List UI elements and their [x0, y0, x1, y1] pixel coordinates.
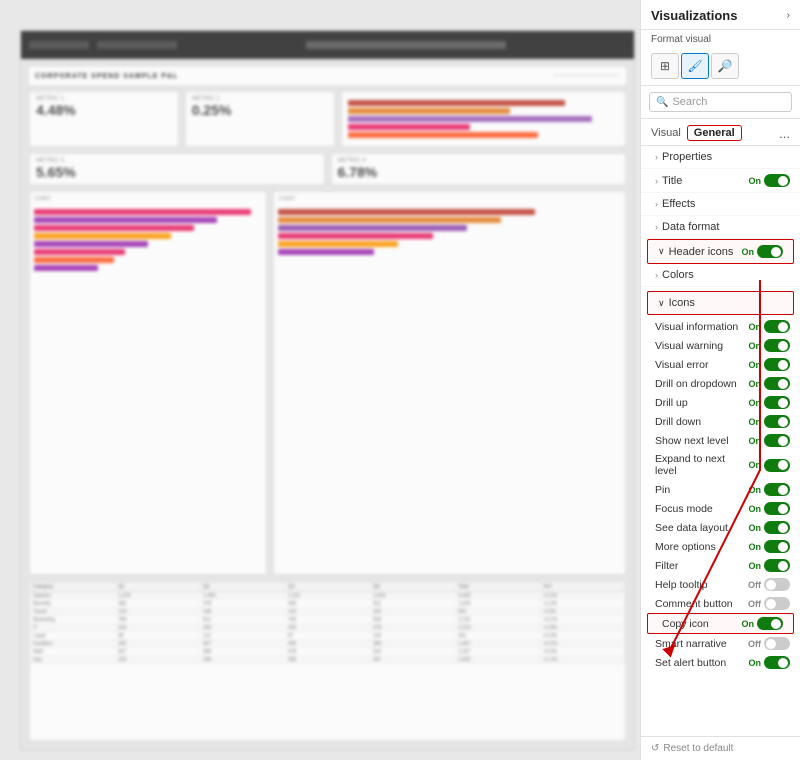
toggle-comment-button[interactable]: Comment button Off	[641, 594, 800, 613]
grid-icon: ⊞	[660, 59, 670, 73]
format-analytics-button[interactable]: 🔎	[711, 53, 739, 79]
viz-panel-header: Visualizations ›	[641, 0, 800, 30]
kpi4-value: 6.78%	[338, 164, 620, 180]
copy-icon-row[interactable]: Copy icon On	[647, 613, 794, 634]
icons-label: Icons	[669, 297, 695, 309]
visual-general-row: Visual General ...	[641, 119, 800, 146]
header-icons-toggle[interactable]	[757, 245, 783, 258]
icons-toggle-list: Visual information On Visual warning On …	[641, 317, 800, 672]
search-icon: 🔍	[656, 97, 668, 108]
data-format-chevron-icon: ›	[655, 222, 658, 232]
toggle-drill-up[interactable]: Drill up On	[641, 393, 800, 412]
toggle-smart-narrative[interactable]: Smart narrative Off	[641, 634, 800, 653]
toggle-help-tooltip[interactable]: Help tooltip Off	[641, 575, 800, 594]
analytics-icon: 🔎	[718, 59, 733, 73]
toggle-set-alert-button[interactable]: Set alert button On	[641, 653, 800, 672]
properties-label: Properties	[662, 151, 712, 163]
section-data-format[interactable]: › Data format	[641, 216, 800, 239]
header-icons-chevron-icon: ∨	[658, 246, 665, 257]
toggle-expand-to-next-level[interactable]: Expand to next level On	[641, 450, 800, 480]
section-colors[interactable]: › Colors	[641, 264, 800, 287]
icons-chevron-icon: ∨	[658, 298, 665, 309]
viz-panel: Visualizations › Format visual ⊞ 🖌 🔎 🔍 S…	[640, 0, 800, 760]
title-label: Title	[662, 175, 682, 187]
toggle-pin[interactable]: Pin On	[641, 480, 800, 499]
reset-icon: ↺	[651, 743, 659, 754]
kpi3-value: 5.65%	[36, 164, 318, 180]
section-effects[interactable]: › Effects	[641, 193, 800, 216]
dashboard-title: CORPORATE SPEND SAMPLE P&L	[35, 73, 178, 80]
section-properties[interactable]: › Properties	[641, 146, 800, 169]
search-row: 🔍 Search	[641, 86, 800, 119]
toggle-show-next-level[interactable]: Show next level On	[641, 431, 800, 450]
search-box[interactable]: 🔍 Search	[649, 92, 792, 112]
toggle-visual-information[interactable]: Visual information On	[641, 317, 800, 336]
copy-icon-toggle[interactable]	[757, 617, 783, 630]
search-input[interactable]: Search	[672, 96, 785, 108]
properties-chevron-icon: ›	[655, 152, 658, 162]
colors-label: Colors	[662, 269, 694, 281]
toggle-visual-warning[interactable]: Visual warning On	[641, 336, 800, 355]
format-grid-button[interactable]: ⊞	[651, 53, 679, 79]
kpi2-value: 0.25%	[192, 102, 328, 118]
section-title[interactable]: › Title On	[641, 169, 800, 193]
ellipsis-button[interactable]: ...	[779, 126, 790, 141]
format-paint-button[interactable]: 🖌	[681, 53, 709, 79]
effects-chevron-icon: ›	[655, 199, 658, 209]
effects-label: Effects	[662, 198, 695, 210]
kpi1-value: 4.48%	[36, 102, 172, 118]
copy-icon-label: Copy icon	[662, 618, 709, 630]
title-chevron-icon: ›	[655, 176, 658, 186]
header-icons-toggle-text: On	[742, 247, 755, 257]
title-toggle[interactable]	[764, 174, 790, 187]
reset-label[interactable]: Reset to default	[663, 743, 733, 754]
viz-panel-title: Visualizations	[651, 8, 737, 23]
title-toggle-text: On	[749, 176, 762, 186]
toggle-more-options[interactable]: More options On	[641, 537, 800, 556]
toggle-drill-on-dropdown[interactable]: Drill on dropdown On	[641, 374, 800, 393]
toggle-see-data-layout[interactable]: See data layout On	[641, 518, 800, 537]
reset-row[interactable]: ↺ Reset to default	[641, 736, 800, 760]
toggle-drill-down[interactable]: Drill down On	[641, 412, 800, 431]
icons-section-header[interactable]: ∨ Icons	[647, 291, 794, 315]
copy-icon-toggle-text: On	[742, 619, 755, 629]
general-badge[interactable]: General	[687, 125, 742, 141]
section-header-icons[interactable]: ∨ Header icons On	[647, 239, 794, 264]
viz-panel-chevron-icon[interactable]: ›	[787, 10, 790, 21]
paint-icon: 🖌	[687, 59, 702, 73]
header-icons-label: Header icons	[669, 246, 734, 258]
toggle-focus-mode[interactable]: Focus mode On	[641, 499, 800, 518]
visual-label[interactable]: Visual	[651, 127, 681, 139]
format-visual-label: Format visual	[641, 30, 800, 49]
toggle-filter[interactable]: Filter On	[641, 556, 800, 575]
dashboard-area: CORPORATE SPEND SAMPLE P&L ─────────────…	[0, 0, 645, 760]
format-icons-row: ⊞ 🖌 🔎	[641, 49, 800, 86]
data-format-label: Data format	[662, 221, 719, 233]
colors-chevron-icon: ›	[655, 270, 658, 280]
toggle-visual-error[interactable]: Visual error On	[641, 355, 800, 374]
